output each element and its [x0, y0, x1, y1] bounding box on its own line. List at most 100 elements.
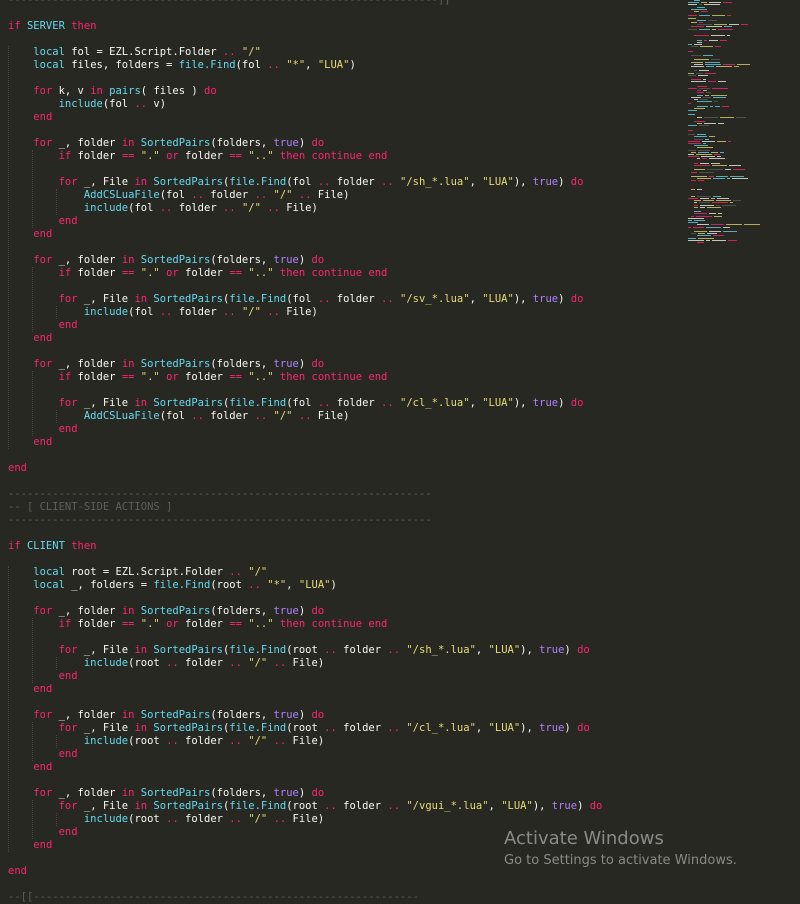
minimap-stroke	[691, 96, 701, 98]
code-token: folder	[71, 150, 122, 162]
code-token: ..	[381, 293, 394, 305]
minimap-stroke	[717, 140, 726, 142]
code-token: do	[204, 85, 217, 97]
minimap-stroke	[709, 2, 721, 4]
code-token: (root	[286, 800, 325, 812]
minimap-stroke	[705, 138, 709, 140]
code-token: folder	[336, 722, 388, 734]
code-token: )	[564, 722, 578, 734]
minimap-stroke	[700, 204, 714, 206]
code-token: end	[8, 462, 27, 474]
code-line: for _, folder in SortedPairs(folders, tr…	[8, 709, 324, 722]
code-token: if	[8, 540, 27, 552]
minimap-stroke	[691, 215, 694, 217]
code-token: (fol	[286, 397, 318, 409]
code-line: include(root .. folder .. "/" .. File)	[8, 735, 324, 748]
minimap-stroke	[709, 231, 721, 232]
code-token: for	[33, 709, 53, 721]
code-token: ..	[229, 813, 242, 825]
minimap-stroke	[722, 105, 729, 107]
code-token: for	[33, 85, 53, 97]
code-token: ..	[222, 306, 236, 318]
code-token: ----------------------------------------…	[8, 0, 451, 6]
minimap-stroke	[694, 220, 705, 221]
minimap-stroke	[713, 96, 726, 98]
code-line: if folder == "." or folder == ".." then …	[8, 618, 388, 631]
code-token: ==	[229, 267, 242, 279]
code-token: _, folder	[52, 709, 122, 721]
minimap-stroke	[704, 39, 707, 41]
minimap[interactable]	[688, 0, 788, 250]
code-token: _, folder	[52, 254, 122, 266]
minimap-stroke	[700, 162, 709, 164]
minimap-stroke	[711, 162, 720, 164]
minimap-stroke	[725, 169, 731, 171]
code-token: for	[58, 176, 78, 188]
minimap-stroke	[744, 224, 760, 226]
code-token: CLIENT	[26, 540, 65, 552]
code-token: "/"	[241, 566, 268, 578]
code-token: folder	[71, 267, 122, 279]
code-token: include	[58, 98, 103, 110]
code-token: end	[33, 761, 53, 773]
code-token: ..	[134, 98, 148, 110]
minimap-stroke	[698, 233, 705, 235]
code-editor[interactable]: ----------------------------------------…	[0, 0, 686, 903]
code-token: ..	[254, 189, 268, 201]
minimap-stroke	[704, 4, 720, 6]
minimap-stroke	[697, 134, 706, 136]
minimap-stroke	[688, 17, 696, 19]
minimap-stroke	[712, 165, 727, 166]
code-token: for	[33, 787, 53, 799]
minimap-stroke	[688, 149, 696, 151]
code-line: if folder == "." or folder == ".." then …	[8, 267, 388, 280]
minimap-stroke	[691, 61, 703, 63]
code-token: SortedPairs	[134, 358, 211, 370]
code-token: )	[558, 293, 571, 305]
code-line: include(fol .. folder .. "/" .. File)	[8, 306, 318, 319]
code-token: file.Find	[229, 800, 287, 812]
code-token: File)	[286, 813, 325, 825]
code-token: (folders,	[210, 709, 274, 721]
code-line: ----------------------------------------…	[8, 0, 451, 7]
minimap-stroke	[709, 158, 725, 160]
minimap-stroke	[694, 44, 702, 45]
code-token: end	[33, 436, 53, 448]
code-token: )	[298, 137, 312, 149]
minimap-stroke	[697, 116, 702, 118]
code-token: (root	[210, 579, 249, 591]
code-token: "/"	[267, 189, 293, 201]
minimap-stroke	[694, 11, 699, 12]
minimap-stroke	[691, 176, 707, 177]
minimap-stroke	[694, 231, 707, 232]
code-token: )	[564, 644, 578, 656]
code-line: end	[8, 111, 52, 124]
code-token: (folders,	[210, 787, 274, 799]
code-token: do	[570, 176, 584, 188]
code-token: "."	[134, 150, 160, 162]
code-line: for _, File in SortedPairs(file.Find(roo…	[8, 644, 590, 657]
code-token: "*"	[260, 579, 287, 591]
code-line: ----------------------------------------…	[8, 514, 432, 527]
minimap-stroke	[699, 4, 702, 6]
minimap-stroke	[691, 22, 697, 23]
code-token: _, File	[77, 800, 135, 812]
code-token: root = EZL.Script.Folder	[64, 566, 230, 578]
code-token: ),	[532, 800, 552, 812]
code-token: "/sh_*.lua"	[400, 644, 476, 656]
minimap-stroke	[724, 26, 732, 28]
code-line: -- [ CLIENT-SIDE ACTIONS ]	[8, 501, 172, 514]
code-line: if folder == "." or folder == ".." then …	[8, 150, 388, 163]
minimap-stroke	[727, 35, 730, 37]
minimap-stroke	[707, 169, 723, 171]
